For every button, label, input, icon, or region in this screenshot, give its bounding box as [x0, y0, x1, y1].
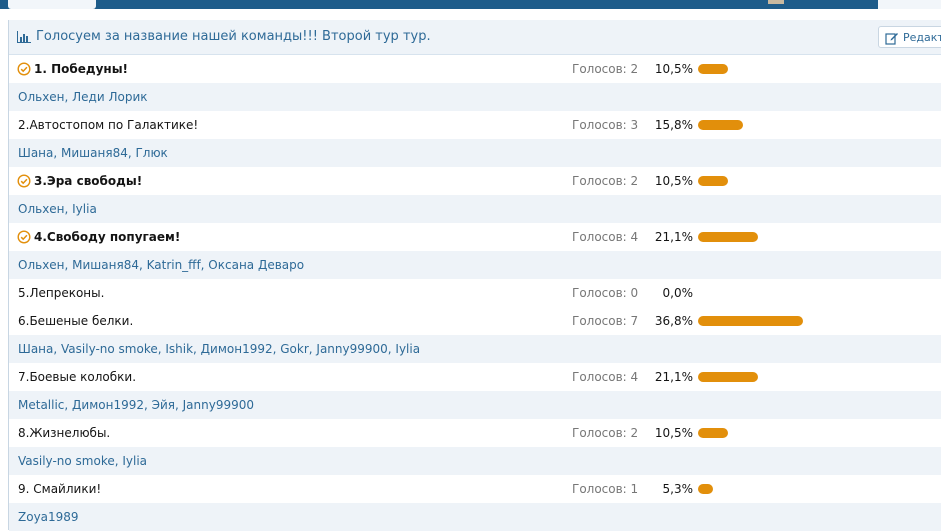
poll-option-percent: 21,1%	[654, 370, 693, 384]
poll-option-bar	[698, 176, 728, 186]
bar-chart-icon	[17, 31, 31, 43]
poll-option-row: 7.Боевые колобки. Голосов: 4 21,1%	[9, 363, 941, 391]
poll-option-percent: 10,5%	[654, 174, 693, 188]
poll-option-bar	[698, 64, 728, 74]
edit-poll-button[interactable]: Редакти	[878, 26, 941, 48]
nav-tab-right[interactable]	[878, 0, 941, 9]
poll-option-row: 1. Победуны! Голосов: 2 10,5%	[9, 55, 941, 83]
poll-option-voters-row: Vasily-no smoke, Iylia	[9, 447, 941, 475]
poll-option-votes: Голосов: 4	[572, 230, 639, 244]
poll-option-percent: 10,5%	[654, 62, 693, 76]
user-avatar[interactable]	[768, 0, 784, 4]
poll-option-votes: Голосов: 2	[572, 426, 639, 440]
check-circle-icon	[17, 230, 31, 244]
poll-option-row: 4.Свободу попугаем! Голосов: 4 21,1%	[9, 223, 941, 251]
poll-option-percent: 10,5%	[654, 426, 693, 440]
poll-option-votes: Голосов: 0	[572, 286, 639, 300]
poll-panel: Голосуем за название нашей команды!!! Вт…	[8, 20, 941, 531]
voters-list[interactable]: Metallic, Димон1992, Эйя, Janny99900	[18, 398, 254, 412]
poll-option-label: 1. Победуны!	[34, 62, 129, 76]
edit-icon	[885, 33, 898, 45]
poll-option-voters-row: Ольхен, Леди Лорик	[9, 83, 941, 111]
check-circle-icon	[17, 62, 31, 76]
poll-option-label: 3.Эра свободы!	[34, 174, 143, 188]
poll-option-label: 7.Боевые колобки.	[18, 370, 137, 384]
poll-option-voters-row: Ольхен, Мишаня84, Katrin_fff, Оксана Дев…	[9, 251, 941, 279]
poll-header: Голосуем за название нашей команды!!! Вт…	[9, 20, 941, 55]
edit-poll-label: Редакти	[903, 31, 941, 44]
poll-option-votes: Голосов: 3	[572, 118, 639, 132]
poll-option-row: 3.Эра свободы! Голосов: 2 10,5%	[9, 167, 941, 195]
poll-option-label: 2.Автостопом по Галактике!	[18, 118, 199, 132]
poll-option-percent: 5,3%	[662, 482, 694, 496]
voters-list[interactable]: Vasily-no smoke, Iylia	[18, 454, 147, 468]
poll-title: Голосуем за название нашей команды!!! Вт…	[36, 29, 431, 44]
poll-option-bar	[698, 232, 759, 242]
poll-option-voters-row: Ольхен, Iylia	[9, 195, 941, 223]
poll-option-label: 6.Бешеные белки.	[18, 314, 134, 328]
poll-option-votes: Голосов: 4	[572, 370, 639, 384]
poll-option-percent: 36,8%	[654, 314, 693, 328]
poll-option-percent: 0,0%	[662, 286, 694, 300]
poll-option-bar	[698, 316, 803, 326]
voters-list[interactable]: Ольхен, Iylia	[18, 202, 97, 216]
poll-option-voters-row: Zoya1989	[9, 503, 941, 531]
voters-list[interactable]: Zoya1989	[18, 510, 79, 524]
poll-option-row: 8.Жизнелюбы. Голосов: 2 10,5%	[9, 419, 941, 447]
poll-option-row: 2.Автостопом по Галактике! Голосов: 3 15,8…	[9, 111, 941, 139]
poll-option-row: 5.Лепреконы. Голосов: 0 0,0%	[9, 279, 941, 307]
poll-option-voters-row: Шана, Мишаня84, Глюк	[9, 139, 941, 167]
voters-list[interactable]: Шана, Vasily-no smoke, Ishik, Димон1992,…	[18, 342, 420, 356]
poll-option-label: 5.Лепреконы.	[18, 286, 105, 300]
poll-option-votes: Голосов: 2	[572, 174, 639, 188]
voters-list[interactable]: Ольхен, Мишаня84, Katrin_fff, Оксана Дев…	[18, 258, 304, 272]
poll-option-voters-row: Metallic, Димон1992, Эйя, Janny99900	[9, 391, 941, 419]
poll-option-percent: 15,8%	[654, 118, 693, 132]
poll-option-bar	[698, 484, 714, 494]
poll-option-bar	[698, 372, 759, 382]
poll-option-percent: 21,1%	[654, 230, 693, 244]
poll-option-row: 9. Смайлики! Голосов: 1 5,3%	[9, 475, 941, 503]
poll-option-votes: Голосов: 7	[572, 314, 639, 328]
poll-option-voters-row: Шана, Vasily-no smoke, Ishik, Димон1992,…	[9, 335, 941, 363]
top-navigation-bar	[0, 0, 941, 9]
voters-list[interactable]: Шана, Мишаня84, Глюк	[18, 146, 168, 160]
poll-option-bar	[698, 428, 728, 438]
poll-option-label: 8.Жизнелюбы.	[18, 426, 111, 440]
voters-list[interactable]: Ольхен, Леди Лорик	[18, 90, 148, 104]
poll-option-label: 9. Смайлики!	[18, 482, 102, 496]
nav-tab-active[interactable]	[8, 0, 96, 9]
poll-option-label: 4.Свободу попугаем!	[34, 230, 181, 244]
check-circle-icon	[17, 174, 31, 188]
poll-option-votes: Голосов: 1	[572, 482, 639, 496]
poll-option-votes: Голосов: 2	[572, 62, 639, 76]
poll-option-bar	[698, 120, 744, 130]
poll-option-row: 6.Бешеные белки. Голосов: 7 36,8%	[9, 307, 941, 335]
